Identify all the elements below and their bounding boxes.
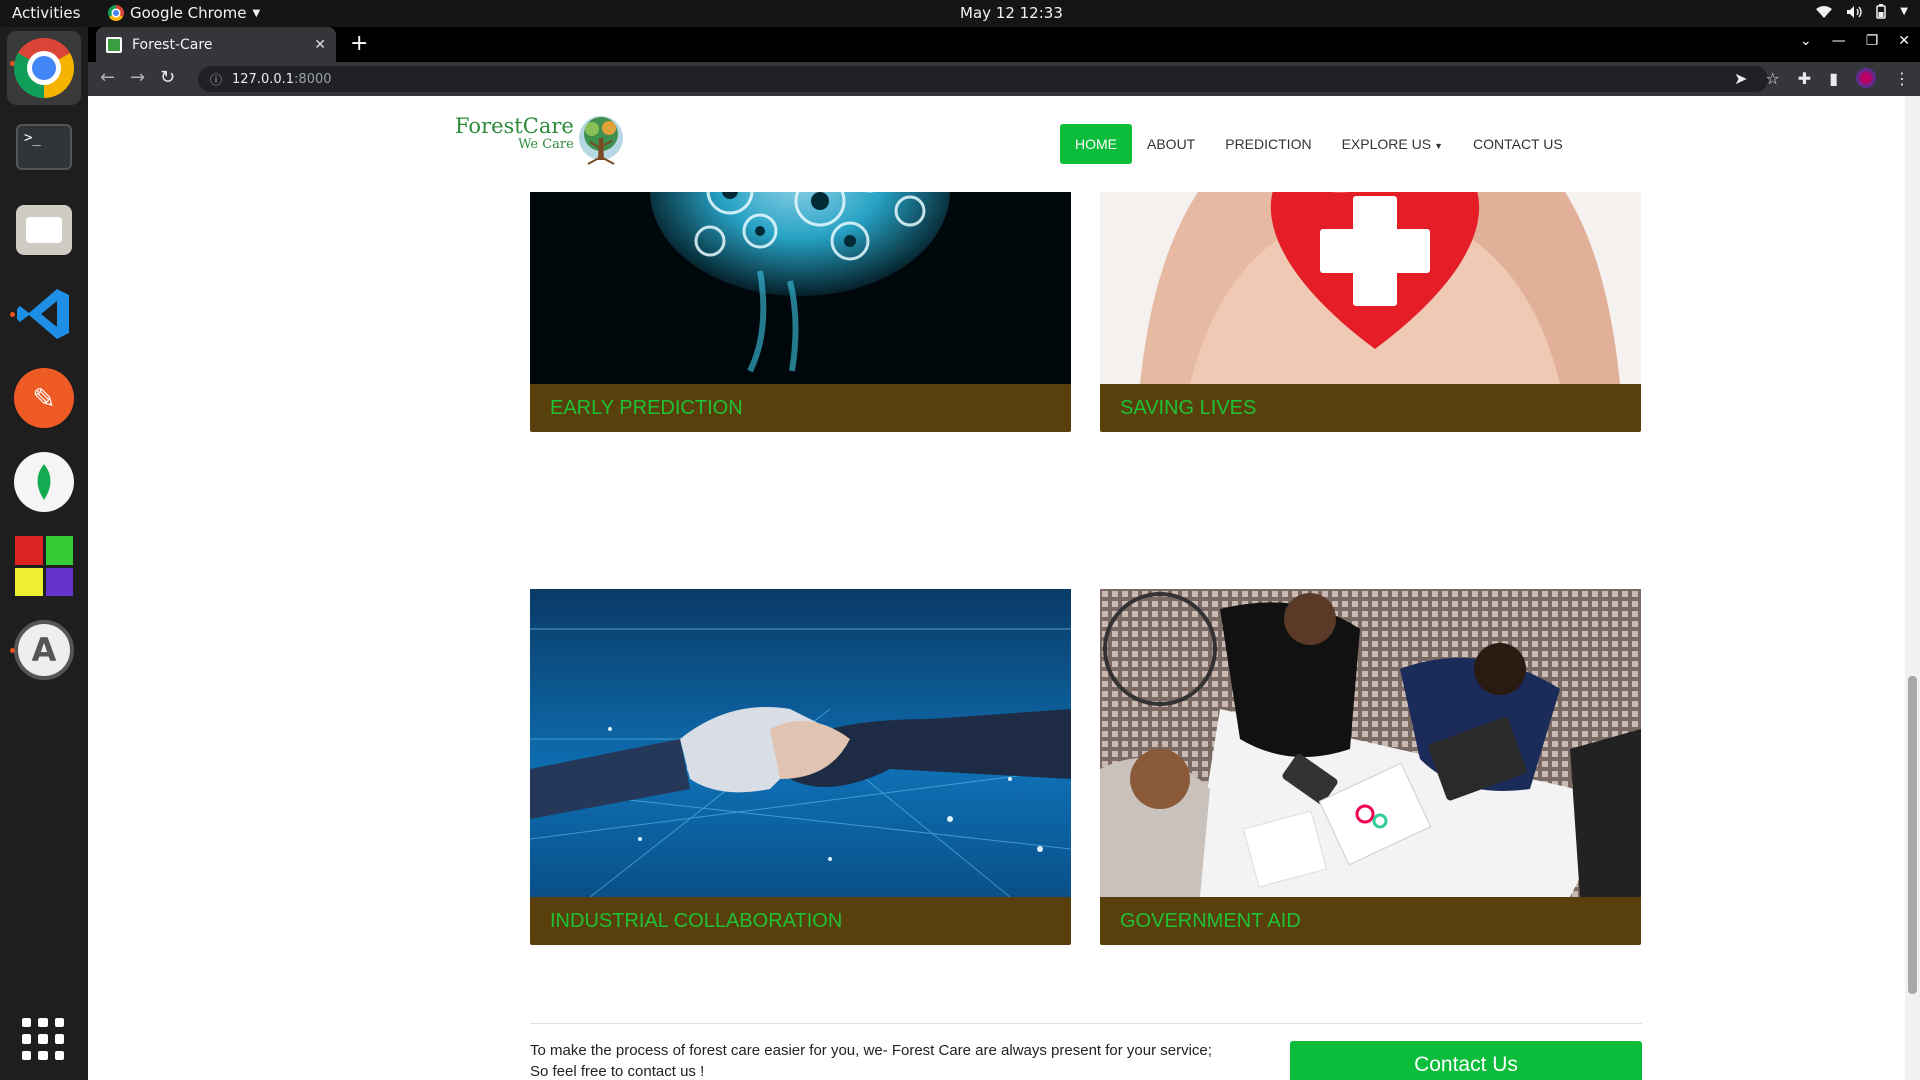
more-menu-icon[interactable]: ⋮: [1894, 69, 1910, 88]
favicon-icon: [106, 36, 122, 53]
reload-icon[interactable]: ↻: [160, 67, 175, 88]
window-controls: ⌄ — ❐ ✕: [1800, 33, 1910, 49]
dock-mongodb-compass[interactable]: [7, 445, 81, 519]
profile-avatar[interactable]: [1856, 68, 1876, 88]
nav-about[interactable]: ABOUT: [1132, 124, 1210, 164]
show-applications-icon[interactable]: [22, 1018, 64, 1060]
vscode-icon: [17, 289, 69, 339]
software-center-icon: A: [14, 620, 74, 680]
nav-home[interactable]: HOME: [1060, 124, 1132, 164]
chevron-down-icon: ▼: [1900, 6, 1908, 17]
site-navbar: ForestCare We Care HOME ABOUT PREDICTION…: [88, 96, 1905, 192]
back-icon[interactable]: ←: [100, 67, 115, 88]
dock-terminal[interactable]: >_: [7, 110, 81, 184]
chevron-down-icon: ▼: [252, 7, 261, 19]
wifi-icon: [1816, 5, 1833, 18]
forward-icon[interactable]: →: [130, 67, 145, 88]
logo-name: ForestCare: [455, 114, 574, 138]
url-host: 127.0.0.1: [232, 71, 295, 87]
tab-forest-care[interactable]: Forest-Care ✕: [96, 27, 336, 62]
tab-title: Forest-Care: [132, 36, 213, 53]
clock[interactable]: May 12 12:33: [960, 4, 1063, 22]
dock-software-center[interactable]: A: [7, 613, 81, 687]
card-industrial-collaboration[interactable]: INDUSTRIAL COLLABORATION: [530, 589, 1071, 945]
site-info-icon[interactable]: ⓘ: [210, 71, 222, 88]
chrome-icon: [108, 5, 124, 21]
send-icon[interactable]: ➤: [1734, 69, 1747, 88]
files-icon: [16, 205, 72, 255]
system-top-bar: Activities Google Chrome ▼ May 12 12:33 …: [0, 0, 1920, 27]
battery-icon: [1876, 4, 1887, 19]
logo-text: ForestCare We Care: [455, 114, 574, 152]
nav-contact-us[interactable]: CONTACT US: [1458, 124, 1578, 164]
logo-tagline: We Care: [518, 137, 574, 152]
caret-down-icon: ▼: [1434, 141, 1443, 151]
restore-icon[interactable]: ❐: [1866, 33, 1879, 49]
volume-icon: [1847, 5, 1862, 18]
app-dock: >_ ✎ A: [0, 27, 88, 1080]
browser-window: Forest-Care ✕ + ⌄ — ❐ ✕ ← → ↻ ⓘ 127.0.0.…: [88, 27, 1920, 1080]
close-icon[interactable]: ✕: [314, 37, 326, 53]
dock-postman[interactable]: ✎: [7, 361, 81, 435]
dock-chrome[interactable]: [7, 31, 81, 105]
nav-explore-label: EXPLORE US: [1341, 136, 1432, 152]
card-image: [530, 589, 1071, 897]
card-government-aid[interactable]: GOVERNMENT AID: [1100, 589, 1641, 945]
new-tab-button[interactable]: +: [350, 31, 368, 56]
url-text: 127.0.0.1:8000: [232, 72, 332, 87]
card-title: EARLY PREDICTION: [530, 384, 1071, 432]
card-title: SAVING LIVES: [1100, 384, 1641, 432]
card-image: [1100, 589, 1641, 897]
contact-us-button[interactable]: Contact Us: [1290, 1041, 1642, 1080]
bookmark-star-icon[interactable]: ☆: [1765, 69, 1779, 88]
system-tray[interactable]: ▼: [1816, 4, 1908, 19]
toolbar-actions: ➤ ☆ ✚ ▮ ⋮: [1734, 68, 1910, 88]
app-menu[interactable]: Google Chrome ▼: [108, 4, 260, 22]
activities-button[interactable]: Activities: [12, 4, 80, 22]
tab-strip: Forest-Care ✕ + ⌄ — ❐ ✕: [88, 27, 1920, 62]
page-scrollbar[interactable]: [1905, 96, 1920, 1080]
url-port: :8000: [294, 71, 332, 87]
card-title: INDUSTRIAL COLLABORATION: [530, 897, 1071, 945]
chrome-icon: [14, 38, 74, 98]
scrollbar-thumb[interactable]: [1908, 676, 1917, 994]
nav-prediction[interactable]: PREDICTION: [1210, 124, 1326, 164]
blocks-icon: [15, 536, 73, 596]
tab-search-icon[interactable]: ⌄: [1800, 33, 1812, 49]
site-logo[interactable]: ForestCare We Care: [455, 116, 626, 166]
minimize-icon[interactable]: —: [1832, 33, 1846, 49]
handshake-image: [530, 589, 1071, 897]
contact-prompt-line-1: To make the process of forest care easie…: [530, 1042, 1212, 1059]
nav-explore-us[interactable]: EXPLORE US ▼: [1327, 124, 1458, 164]
mongodb-leaf-icon: [14, 452, 74, 512]
dock-blocks-app[interactable]: [7, 529, 81, 603]
dock-files[interactable]: [7, 193, 81, 267]
tree-logo-icon: [578, 116, 623, 165]
contact-prompt-line-2: So feel free to contact us !: [530, 1063, 705, 1080]
contact-prompt-text: To make the process of forest care easie…: [530, 1040, 1250, 1080]
extensions-icon[interactable]: ✚: [1798, 69, 1811, 88]
terminal-icon: >_: [16, 124, 72, 170]
dock-vscode[interactable]: [7, 277, 81, 351]
page-viewport: EARLY PREDICTION SAVING LIVES INDUSTRIAL…: [88, 96, 1920, 1080]
main-menu: HOME ABOUT PREDICTION EXPLORE US ▼ CONTAC…: [1060, 124, 1578, 164]
postman-icon: ✎: [14, 368, 74, 428]
team-meeting-image: [1100, 589, 1641, 897]
browser-toolbar: ← → ↻ ⓘ 127.0.0.1:8000 ➤ ☆ ✚ ▮ ⋮: [88, 62, 1920, 96]
address-bar[interactable]: ⓘ 127.0.0.1:8000: [198, 66, 1768, 92]
app-menu-label: Google Chrome: [130, 4, 247, 22]
side-panel-icon[interactable]: ▮: [1829, 69, 1838, 88]
section-divider: [530, 1023, 1642, 1024]
card-title: GOVERNMENT AID: [1100, 897, 1641, 945]
running-indicator: [10, 312, 15, 317]
close-window-icon[interactable]: ✕: [1898, 33, 1910, 49]
running-indicator: [10, 648, 15, 653]
